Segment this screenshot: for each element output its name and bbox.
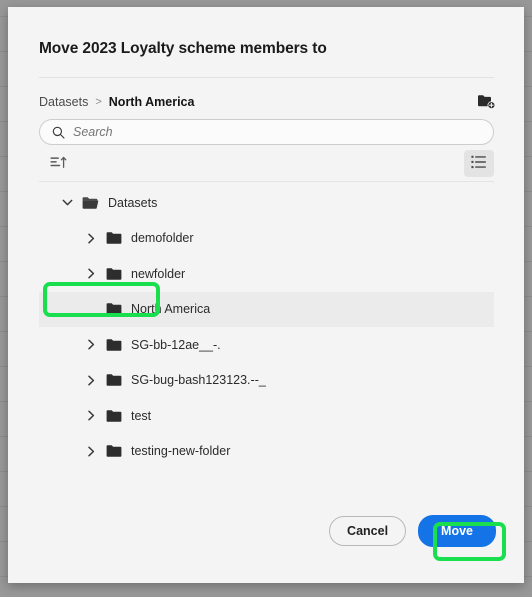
list-view-icon (471, 155, 487, 172)
search-input[interactable] (73, 125, 481, 139)
cancel-button[interactable]: Cancel (329, 515, 407, 546)
tree-row-label: SG-bb-12ae__-. (131, 337, 221, 352)
tree-toolbar (39, 150, 494, 178)
toolbar-divider (39, 181, 494, 182)
breadcrumb-separator-icon: > (95, 96, 102, 108)
tree-row[interactable]: North America (39, 291, 494, 327)
breadcrumb: Datasets > North America (39, 95, 194, 109)
folder-icon (106, 373, 122, 387)
new-folder-button[interactable] (473, 91, 499, 115)
folder-icon (106, 231, 122, 245)
tree-row[interactable]: Datasets (39, 185, 494, 221)
title-divider (39, 77, 494, 78)
chevron-right-icon[interactable] (84, 409, 98, 423)
dialog-footer: Cancel Move (329, 514, 496, 547)
folder-tree: Datasets demofolder newfolder North America… (39, 185, 494, 469)
breadcrumb-item-current: North America (108, 95, 195, 109)
chevron-right-icon[interactable] (84, 231, 98, 245)
folder-icon (106, 338, 122, 352)
chevron-right-icon[interactable] (84, 373, 98, 387)
folder-icon (106, 267, 122, 281)
search-icon (52, 126, 65, 139)
chevron-right-icon[interactable] (84, 444, 98, 458)
tree-row-label: newfolder (131, 266, 186, 281)
breadcrumb-item-datasets[interactable]: Datasets (39, 95, 88, 109)
chevron-right-icon[interactable] (84, 267, 98, 281)
tree-row-label: demofolder (131, 231, 194, 246)
tree-row-label: Datasets (108, 195, 158, 210)
tree-row[interactable]: test (39, 398, 494, 434)
tree-row-label: North America (131, 302, 211, 317)
move-dialog: Move 2023 Loyalty scheme members to Data… (8, 7, 524, 583)
folder-icon (106, 409, 122, 423)
tree-row[interactable]: testing-new-folder (39, 434, 494, 470)
chevron-down-icon[interactable] (60, 196, 74, 210)
chevron-right-icon[interactable] (84, 338, 98, 352)
tree-row-label: testing-new-folder (131, 444, 231, 459)
folder-icon (106, 444, 122, 458)
twisty-placeholder (84, 302, 98, 316)
tree-row[interactable]: demofolder (39, 221, 494, 257)
sort-ascending-icon (50, 156, 67, 172)
list-view-toggle-button[interactable] (464, 150, 494, 177)
dialog-title: Move 2023 Loyalty scheme members to (39, 40, 327, 57)
folder-open-icon (82, 196, 99, 210)
tree-row-label: SG-bug-bash123123.--_ (131, 373, 266, 388)
tree-row[interactable]: newfolder (39, 256, 494, 292)
tree-row-label: test (131, 408, 152, 423)
tree-row[interactable]: SG-bug-bash123123.--_ (39, 363, 494, 399)
search-field[interactable] (39, 119, 494, 145)
move-button[interactable]: Move (418, 514, 496, 547)
sort-ascending-button[interactable] (46, 153, 70, 175)
folder-icon (106, 302, 122, 316)
tree-row[interactable]: SG-bb-12ae__-. (39, 327, 494, 363)
new-folder-icon (477, 93, 496, 113)
